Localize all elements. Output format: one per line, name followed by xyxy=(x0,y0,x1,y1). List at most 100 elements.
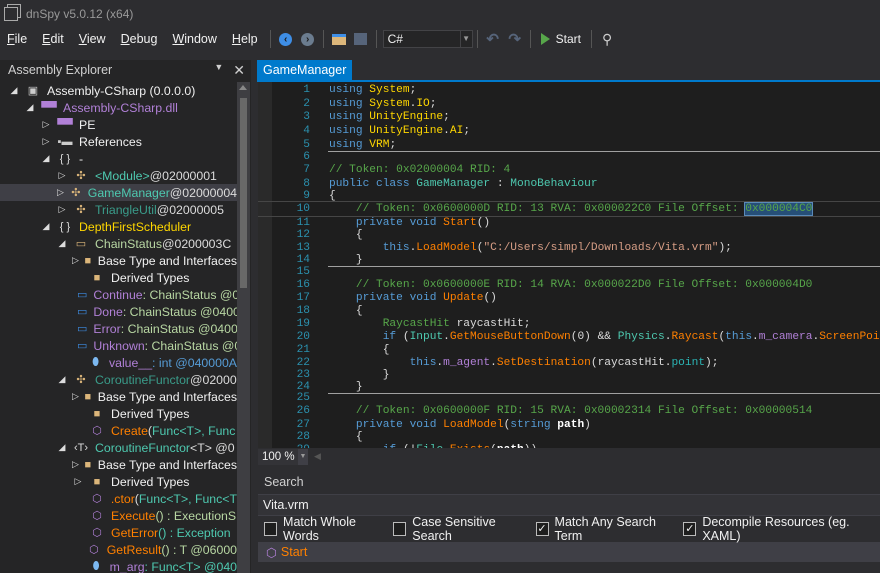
tab-gamemanager[interactable]: GameManager xyxy=(257,60,353,80)
tree-item[interactable]: ▷ ■ Base Type and Interfaces xyxy=(0,252,237,269)
option-label[interactable]: Match Whole Words xyxy=(283,515,386,543)
tree-item[interactable]: ◢ ✣ CoroutineFunctor @02000 xyxy=(0,371,237,388)
expanded-arrow-icon[interactable]: ◢ xyxy=(24,102,36,113)
tree-item[interactable]: ◢ ‹T› CoroutineFunctor <T> @0 xyxy=(0,439,237,456)
tree-item[interactable]: ◢ ▭ ChainStatus @0200003C xyxy=(0,235,237,252)
collapsed-arrow-icon[interactable]: ▷ xyxy=(56,187,65,198)
scrollbar-thumb[interactable] xyxy=(240,98,247,288)
option-label[interactable]: Decompile Resources (eg. XAML) xyxy=(702,515,876,543)
method-icon: ⬡ xyxy=(92,510,102,522)
zoom-level[interactable]: 100 % xyxy=(258,448,298,465)
tree-item[interactable]: ▭ Continue : ChainStatus @04000 xyxy=(0,286,237,303)
language-value: C# xyxy=(387,32,403,46)
tree-item[interactable]: ▷ ▪▬ References xyxy=(0,133,237,150)
tree-item[interactable]: ◢ ▀▀ Assembly-CSharp.dll xyxy=(0,99,237,116)
expanded-arrow-icon[interactable]: ◢ xyxy=(40,221,52,232)
language-select[interactable]: C# ▼ xyxy=(382,30,473,48)
collapsed-arrow-icon[interactable]: ▷ xyxy=(40,136,52,147)
line-number: 26 xyxy=(296,405,310,418)
tree-item[interactable]: ◢ { } DepthFirstScheduler xyxy=(0,218,237,235)
code-line: 7 // Token: 0x02000004 RID: 4 xyxy=(258,163,880,177)
checkbox-unchecked[interactable] xyxy=(393,522,407,536)
folder-icon: ■ xyxy=(93,475,101,488)
tree-item[interactable]: ▭ Unknown : ChainStatus @0400 xyxy=(0,337,237,354)
collapsed-arrow-icon[interactable]: ▷ xyxy=(56,170,68,181)
window-title: dnSpy v5.0.12 (x64) xyxy=(26,7,134,21)
option-label[interactable]: Case Sensitive Search xyxy=(412,515,528,543)
checkbox-checked[interactable]: ✓ xyxy=(683,522,697,536)
menu-debug[interactable]: Debug xyxy=(114,32,166,46)
expanded-arrow-icon[interactable]: ◢ xyxy=(56,238,68,249)
tree-item[interactable]: ▷ ■ Base Type and Interfaces xyxy=(0,388,237,405)
collapsed-arrow-icon[interactable]: ▷ xyxy=(56,204,68,215)
tree-item[interactable]: ■ Derived Types xyxy=(0,269,237,286)
search-button[interactable]: ⚲ xyxy=(597,29,617,49)
tree-item[interactable]: ▭ Done : ChainStatus @04000 xyxy=(0,303,237,320)
save-icon xyxy=(354,33,368,45)
tree-item[interactable]: ⬮ value__ : int @040000A xyxy=(0,354,237,371)
tree-item[interactable]: ⬡ Create(Func <T>, Func xyxy=(0,422,237,439)
tree-item[interactable]: ⬮ m_arg : Func<T> @040 xyxy=(0,558,237,573)
menu-file[interactable]: File xyxy=(0,32,35,46)
code-token: "C:/Users/simpl/Downloads/Vita.vrm" xyxy=(483,241,719,254)
line-number: 15 xyxy=(296,266,310,279)
expanded-arrow-icon[interactable]: ◢ xyxy=(56,442,68,453)
close-icon[interactable]: ✕ xyxy=(233,62,245,79)
field-private-icon: ⬮ xyxy=(92,560,100,572)
checkbox-checked[interactable]: ✓ xyxy=(535,522,549,536)
forward-button[interactable]: › xyxy=(298,29,318,49)
tree-item[interactable]: ◢ ▣ Assembly-CSharp (0.0.0.0) xyxy=(0,82,237,99)
tree-item-text: Base Type and Interfaces xyxy=(97,253,237,268)
tree-item[interactable]: ◢ { } - xyxy=(0,150,237,167)
collapsed-arrow-icon[interactable]: ▷ xyxy=(72,476,84,487)
tree-item[interactable]: ▭ Error : ChainStatus @04000 xyxy=(0,320,237,337)
back-button[interactable]: ‹ xyxy=(276,29,296,49)
search-result[interactable]: ⬡ Start xyxy=(266,545,307,560)
tree-item-text: Done xyxy=(93,304,123,319)
tree-item[interactable]: ⬡ Execute() : ExecutionS xyxy=(0,507,237,524)
chevron-down-icon[interactable]: ▼ xyxy=(298,448,308,465)
scroll-up-icon[interactable] xyxy=(239,85,247,90)
code-token: ; xyxy=(463,124,471,137)
tree-item[interactable]: ▷ ▀▀ PE xyxy=(0,116,237,133)
menu-window[interactable]: Window xyxy=(165,32,224,46)
tree-item[interactable]: ▷ ✣ <Module> @02000001 xyxy=(0,167,237,184)
enum-value-icon: ▭ xyxy=(77,306,88,318)
class-icon: ✣ xyxy=(76,374,86,386)
tree-item-text: m_arg xyxy=(109,559,145,573)
save-all-button[interactable] xyxy=(351,29,371,49)
collapsed-arrow-icon[interactable]: ▷ xyxy=(40,119,52,130)
menu-help[interactable]: Help xyxy=(225,32,266,46)
undo-button[interactable]: ↶ xyxy=(483,29,503,49)
redo-button[interactable]: ↷ xyxy=(505,29,525,49)
expanded-arrow-icon[interactable]: ◢ xyxy=(8,85,20,96)
collapsed-arrow-icon[interactable]: ▷ xyxy=(72,391,79,402)
vertical-scrollbar[interactable] xyxy=(237,82,250,573)
open-button[interactable] xyxy=(329,29,349,49)
code-token: Input xyxy=(409,331,444,344)
code-editor[interactable]: 1 using System; 2 using System. IO; 3 using Un… xyxy=(258,82,880,448)
checkbox-unchecked[interactable] xyxy=(264,522,278,536)
horizontal-scrollbar[interactable]: ◀ xyxy=(308,448,880,465)
tree-item[interactable]: ⬡ GetResult() : T @06000 xyxy=(0,541,237,558)
panel-menu-icon[interactable]: ▼ xyxy=(214,62,223,79)
code-token: string xyxy=(510,418,558,431)
menu-edit[interactable]: Edit xyxy=(35,32,72,46)
collapsed-arrow-icon[interactable]: ▷ xyxy=(72,255,79,266)
option-label[interactable]: Match Any Search Term xyxy=(555,515,677,543)
menu-view[interactable]: View xyxy=(72,32,114,46)
method-icon: ⬡ xyxy=(92,493,102,505)
tree-item[interactable]: ▷ ■ Base Type and Interfaces xyxy=(0,456,237,473)
search-input[interactable]: Vita.vrm xyxy=(258,494,880,516)
start-debug-button[interactable]: Start xyxy=(535,32,587,46)
tree-item[interactable]: ▷ ■ Derived Types xyxy=(0,473,237,490)
tree-item[interactable]: ■ Derived Types xyxy=(0,405,237,422)
tree-item[interactable]: ▷ ✣ GameManager @02000004 xyxy=(0,184,237,201)
expanded-arrow-icon[interactable]: ◢ xyxy=(56,374,68,385)
expanded-arrow-icon[interactable]: ◢ xyxy=(40,153,52,164)
collapsed-arrow-icon[interactable]: ▷ xyxy=(72,459,79,470)
class-icon: ✣ xyxy=(76,170,86,182)
tree-item[interactable]: ⬡ .ctor(Func <T>, Func<T xyxy=(0,490,237,507)
tree-item[interactable]: ⬡ GetError() : Exception xyxy=(0,524,237,541)
tree-item[interactable]: ▷ ✣ TriangleUtil @02000005 xyxy=(0,201,237,218)
